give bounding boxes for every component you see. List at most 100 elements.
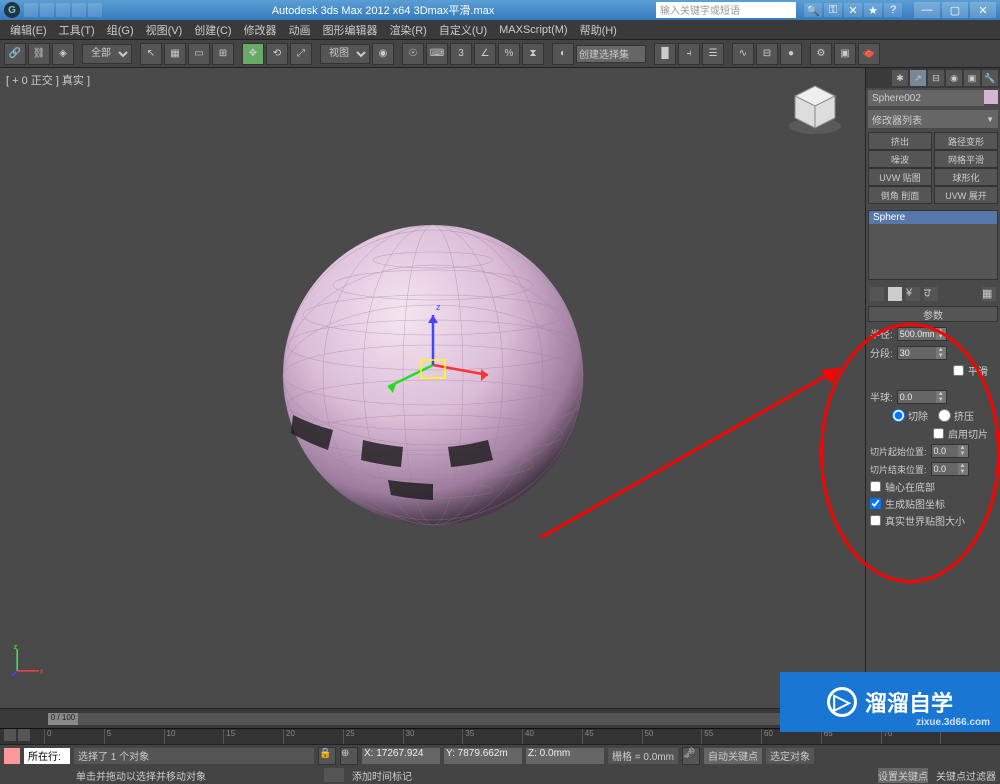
menu-create[interactable]: 创建(C) xyxy=(188,22,237,38)
mod-meshsmooth[interactable]: 网格平滑 xyxy=(934,150,998,168)
schematic-icon[interactable]: ⊟ xyxy=(756,43,778,65)
help-icon[interactable]: ? xyxy=(884,3,902,17)
motion-tab-icon[interactable]: ◉ xyxy=(946,70,962,86)
maximize-button[interactable]: ▢ xyxy=(942,2,968,18)
rollout-params-header[interactable]: 参数 xyxy=(868,306,998,322)
viewport[interactable]: [ + 0 正交 ] 真实 ] xyxy=(0,68,865,708)
qat-save-icon[interactable] xyxy=(56,3,70,17)
menu-render[interactable]: 渲染(R) xyxy=(384,22,433,38)
base-pivot-checkbox[interactable] xyxy=(870,481,881,492)
subscription-icon[interactable]: ⚿ xyxy=(824,3,842,17)
qat-new-icon[interactable] xyxy=(24,3,38,17)
select-name-icon[interactable]: ▦ xyxy=(164,43,186,65)
create-tab-icon[interactable]: ✱ xyxy=(892,70,908,86)
unlink-icon[interactable]: ⛓ xyxy=(28,43,50,65)
real-world-checkbox[interactable] xyxy=(870,515,881,526)
link-icon[interactable]: 🔗 xyxy=(4,43,26,65)
chop-radio[interactable] xyxy=(892,409,905,422)
exchange-icon[interactable]: ✕ xyxy=(844,3,862,17)
layers-icon[interactable]: ☰ xyxy=(702,43,724,65)
render-setup-icon[interactable]: ⚙ xyxy=(810,43,832,65)
menu-customize[interactable]: 自定义(U) xyxy=(433,22,493,38)
display-tab-icon[interactable]: ▣ xyxy=(964,70,980,86)
key-filter-scope[interactable]: 选定对象 xyxy=(766,748,814,764)
menu-view[interactable]: 视图(V) xyxy=(140,22,189,38)
named-sel-icon[interactable]: ◐ xyxy=(552,43,574,65)
segs-spinner[interactable]: ▲▼ xyxy=(897,346,947,360)
slice-to-spinner[interactable]: ▲▼ xyxy=(931,462,969,476)
keyboard-icon[interactable]: ⌨ xyxy=(426,43,448,65)
key-mode-icon[interactable]: 🗝 xyxy=(682,747,700,765)
utilities-tab-icon[interactable]: 🔧 xyxy=(982,70,998,86)
track-toggle-icon[interactable] xyxy=(4,729,16,741)
mod-chamfer[interactable]: 倒角 削面 xyxy=(868,186,932,204)
viewport-label[interactable]: [ + 0 正交 ] 真实 ] xyxy=(6,72,90,88)
hierarchy-tab-icon[interactable]: ⊟ xyxy=(928,70,944,86)
mod-pathdeform[interactable]: 路径变形 xyxy=(934,132,998,150)
move-icon[interactable]: ✥ xyxy=(242,43,264,65)
menu-graph[interactable]: 图形编辑器 xyxy=(317,22,384,38)
hemi-spinner[interactable]: ▲▼ xyxy=(897,390,947,404)
track-key-icon[interactable] xyxy=(18,729,30,741)
select-icon[interactable]: ↖ xyxy=(140,43,162,65)
y-coord[interactable]: Y: 7879.662m xyxy=(444,748,522,764)
show-result-icon[interactable] xyxy=(888,287,902,301)
mirror-icon[interactable]: ▐▌ xyxy=(654,43,676,65)
remove-mod-icon[interactable]: ਹ xyxy=(924,287,938,301)
qat-open-icon[interactable] xyxy=(40,3,54,17)
qat-redo-icon[interactable] xyxy=(88,3,102,17)
scale-icon[interactable]: ⤢ xyxy=(290,43,312,65)
time-tag-button[interactable]: 添加时间标记 xyxy=(352,768,412,783)
curve-editor-icon[interactable]: ∿ xyxy=(732,43,754,65)
menu-edit[interactable]: 编辑(E) xyxy=(4,22,53,38)
qat-undo-icon[interactable] xyxy=(72,3,86,17)
select-region-icon[interactable]: ▭ xyxy=(188,43,210,65)
viewcube-icon[interactable] xyxy=(785,78,845,138)
radius-spinner[interactable]: ▲▼ xyxy=(897,327,947,341)
spinner-snap-icon[interactable]: ⧗ xyxy=(522,43,544,65)
manipulate-icon[interactable]: ☉ xyxy=(402,43,424,65)
menu-group[interactable]: 组(G) xyxy=(101,22,140,38)
object-name-input[interactable]: Sphere002 xyxy=(868,90,984,106)
mod-uvwunwrap[interactable]: UVW 展开 xyxy=(934,186,998,204)
modifier-stack[interactable]: Sphere xyxy=(868,210,998,280)
configure-icon[interactable]: ▦ xyxy=(982,287,996,301)
snap-icon[interactable]: 3 xyxy=(450,43,472,65)
x-coord[interactable]: X: 17267.924 xyxy=(362,748,440,764)
set-key-button[interactable]: 设置关键点 xyxy=(878,768,928,783)
menu-animation[interactable]: 动画 xyxy=(283,22,317,38)
angle-snap-icon[interactable]: ∠ xyxy=(474,43,496,65)
window-crossing-icon[interactable]: ⊞ xyxy=(212,43,234,65)
menu-tools[interactable]: 工具(T) xyxy=(53,22,101,38)
time-slider-track[interactable]: 0 / 100 xyxy=(48,713,898,725)
bind-icon[interactable]: ◈ xyxy=(52,43,74,65)
align-icon[interactable]: ⫞ xyxy=(678,43,700,65)
help-search-input[interactable]: 输入关键字或短语 xyxy=(656,2,796,18)
slice-on-checkbox[interactable] xyxy=(933,428,944,439)
render-frame-icon[interactable]: ▣ xyxy=(834,43,856,65)
time-slider-handle[interactable]: 0 / 100 xyxy=(48,713,78,725)
close-button[interactable]: ✕ xyxy=(970,2,996,18)
key-filters-button[interactable]: 关键点过滤器 xyxy=(936,768,996,783)
script-listener-icon[interactable] xyxy=(4,748,20,764)
minimize-button[interactable]: — xyxy=(914,2,940,18)
z-coord[interactable]: Z: 0.0mm xyxy=(526,748,604,764)
smooth-checkbox[interactable] xyxy=(953,365,964,376)
auto-key-button[interactable]: 自动关键点 xyxy=(704,748,762,764)
pivot-icon[interactable]: ◉ xyxy=(372,43,394,65)
gen-uv-checkbox[interactable] xyxy=(870,498,881,509)
mod-uvwmap[interactable]: UVW 贴图 xyxy=(868,168,932,186)
favorite-icon[interactable]: ★ xyxy=(864,3,882,17)
mod-noise[interactable]: 噪波 xyxy=(868,150,932,168)
render-icon[interactable]: 🫖 xyxy=(858,43,880,65)
lock-selection-icon[interactable]: 🔒 xyxy=(318,747,336,765)
pin-stack-icon[interactable] xyxy=(870,287,884,301)
rotate-icon[interactable]: ⟲ xyxy=(266,43,288,65)
search-icon[interactable]: 🔍 xyxy=(804,3,822,17)
menu-help[interactable]: 帮助(H) xyxy=(574,22,623,38)
menu-maxscript[interactable]: MAXScript(M) xyxy=(493,24,573,36)
menu-modifiers[interactable]: 修改器 xyxy=(238,22,283,38)
mod-spherify[interactable]: 球形化 xyxy=(934,168,998,186)
modify-tab-icon[interactable]: ↗ xyxy=(910,70,926,86)
stack-item-sphere[interactable]: Sphere xyxy=(869,211,997,224)
